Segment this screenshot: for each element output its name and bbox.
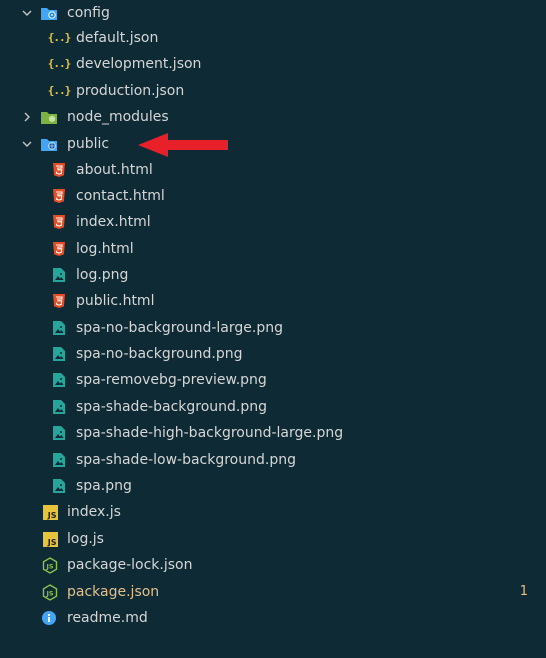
file-row-package-lock-json[interactable]: JS package-lock.json — [0, 552, 546, 578]
folder-label: public — [67, 136, 110, 152]
file-row-spa-shade-high-background-large-png[interactable]: spa-shade-high-background-large.png — [0, 420, 546, 446]
file-label: package-lock.json — [67, 557, 193, 573]
image-file-icon — [50, 266, 68, 284]
html5-file-icon — [50, 161, 68, 179]
image-file-icon — [50, 424, 68, 442]
file-label: spa-removebg-preview.png — [76, 372, 267, 388]
file-row-about-html[interactable]: about.html — [0, 157, 546, 183]
file-row-development-json[interactable]: {..} development.json — [0, 51, 546, 77]
image-file-icon — [50, 451, 68, 469]
file-label: spa-shade-high-background-large.png — [76, 425, 344, 441]
js-badge: JS — [42, 531, 58, 547]
image-file-icon — [50, 319, 68, 337]
public-folder-icon — [40, 135, 58, 153]
file-row-readme-md[interactable]: readme.md — [0, 605, 546, 631]
file-row-package-json[interactable]: JS package.json 1 — [0, 579, 546, 605]
file-row-spa-shade-background-png[interactable]: spa-shade-background.png — [0, 394, 546, 420]
svg-text:JS: JS — [45, 562, 53, 570]
json-file-icon: {..} — [47, 31, 72, 44]
file-row-index-js[interactable]: JS index.js — [0, 499, 546, 525]
file-label: spa-no-background.png — [76, 346, 243, 362]
file-label: index.js — [67, 504, 121, 520]
file-row-public-html[interactable]: public.html — [0, 288, 546, 314]
folder-row-config[interactable]: config — [0, 0, 546, 26]
folder-row-public[interactable]: public — [0, 131, 546, 157]
info-file-icon — [40, 609, 58, 627]
javascript-file-icon: JS — [41, 530, 59, 548]
file-row-log-js[interactable]: JS log.js — [0, 526, 546, 552]
node-folder-icon — [40, 108, 58, 126]
file-label: index.html — [76, 214, 151, 230]
config-folder-icon — [40, 4, 58, 22]
image-file-icon — [50, 345, 68, 363]
image-file-icon — [50, 371, 68, 389]
file-label: readme.md — [67, 610, 148, 626]
red-arrow-annotation — [138, 133, 228, 157]
file-row-spa-png[interactable]: spa.png — [0, 473, 546, 499]
file-row-spa-removebg-preview-png[interactable]: spa-removebg-preview.png — [0, 367, 546, 393]
folder-label: config — [67, 5, 110, 21]
file-label: spa-shade-background.png — [76, 399, 268, 415]
image-file-icon — [50, 477, 68, 495]
file-label: default.json — [76, 30, 159, 46]
file-label: development.json — [76, 56, 202, 72]
html5-file-icon — [50, 213, 68, 231]
nodejs-file-icon: JS — [41, 556, 59, 574]
file-label: log.html — [76, 241, 134, 257]
chevron-down-icon[interactable] — [20, 131, 34, 157]
file-label: spa-no-background-large.png — [76, 320, 283, 336]
problems-count-badge: 1 — [519, 584, 528, 599]
html5-file-icon — [50, 240, 68, 258]
file-label: spa-shade-low-background.png — [76, 452, 296, 468]
chevron-right-icon[interactable] — [20, 104, 34, 130]
html5-file-icon — [50, 292, 68, 310]
file-label: package.json — [67, 584, 160, 600]
file-label: production.json — [76, 83, 185, 99]
file-row-log-html[interactable]: log.html — [0, 236, 546, 262]
file-label: public.html — [76, 293, 155, 309]
file-label: about.html — [76, 162, 153, 178]
file-row-production-json[interactable]: {..} production.json — [0, 78, 546, 104]
file-label: contact.html — [76, 188, 165, 204]
nodejs-file-icon: JS — [41, 583, 59, 601]
folder-row-node-modules[interactable]: node_modules — [0, 104, 546, 130]
file-label: log.js — [67, 531, 104, 547]
folder-label: node_modules — [67, 109, 169, 125]
file-row-contact-html[interactable]: contact.html — [0, 183, 546, 209]
file-label: spa.png — [76, 478, 132, 494]
file-row-default-json[interactable]: {..} default.json — [0, 25, 546, 51]
svg-text:JS: JS — [45, 589, 53, 597]
file-explorer-tree: config {..} default.json {..} developmen… — [0, 0, 546, 658]
file-row-log-png[interactable]: log.png — [0, 262, 546, 288]
file-row-spa-no-background-large-png[interactable]: spa-no-background-large.png — [0, 315, 546, 341]
js-badge: JS — [42, 504, 58, 520]
chevron-down-icon[interactable] — [20, 0, 34, 26]
image-file-icon — [50, 398, 68, 416]
json-file-icon: {..} — [47, 84, 72, 97]
html5-file-icon — [50, 187, 68, 205]
file-row-spa-shade-low-background-png[interactable]: spa-shade-low-background.png — [0, 447, 546, 473]
javascript-file-icon: JS — [41, 503, 59, 521]
file-row-index-html[interactable]: index.html — [0, 209, 546, 235]
file-label: log.png — [76, 267, 129, 283]
file-row-spa-no-background-png[interactable]: spa-no-background.png — [0, 341, 546, 367]
json-file-icon: {..} — [47, 57, 72, 70]
